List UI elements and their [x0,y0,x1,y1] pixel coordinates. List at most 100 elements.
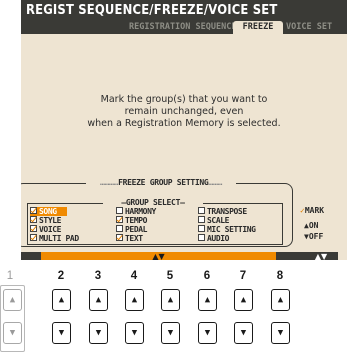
button-group-5: ▲ ▼ [161,289,184,349]
group-item-label: VOICE [39,225,62,234]
button-3-up[interactable]: ▲ [89,289,108,311]
button-7-up[interactable]: ▲ [234,289,253,311]
button-4-down[interactable]: ▼ [125,322,144,344]
group-item-label: MIC SETTING [207,225,256,234]
button-number-4: 4 [130,270,138,282]
checkbox-icon[interactable] [198,207,205,214]
page-title: REGIST SEQUENCE/FREEZE/VOICE SET [26,2,278,18]
button-2-up[interactable]: ▲ [52,289,71,311]
legend-off-label: OFF [308,232,324,241]
checkbox-icon[interactable] [30,225,37,232]
triangle-up-icon: ▲ [277,295,284,304]
button-1-down[interactable]: ▼ [3,322,22,344]
button-6-up[interactable]: ▲ [198,289,217,311]
freeze-group-panel: …………FREEZE GROUP SETTING……… —GROUP SELEC… [21,178,347,260]
freeze-group-setting-label: FREEZE GROUP SETTING [118,178,209,187]
freeze-group-setting-frame: …………FREEZE GROUP SETTING……… —GROUP SELEC… [21,178,293,247]
group-item-label: HARMONY [125,207,156,216]
button-group-2: ▲ ▼ [52,289,75,349]
group-item-harmony[interactable]: HARMONY [116,207,156,216]
button-group-3: ▲ ▼ [89,289,112,349]
button-group-6: ▲ ▼ [198,289,221,349]
triangle-down-icon: ▼ [277,328,284,337]
cursor-bar[interactable]: ▲▼ [41,252,276,260]
checkbox-icon[interactable] [198,216,205,223]
legend-on-label: ON [308,221,319,230]
checkbox-icon[interactable] [198,225,205,232]
button-5-up[interactable]: ▲ [161,289,180,311]
group-item-tempo[interactable]: TEMPO [116,216,147,225]
title-bar: REGIST SEQUENCE/FREEZE/VOICE SET REGISTR… [21,0,347,34]
triangle-down-icon: ▼ [131,328,138,337]
group-item-style[interactable]: STYLE [30,216,61,225]
group-item-scale[interactable]: SCALE [198,216,229,225]
button-2-down[interactable]: ▼ [52,322,71,344]
checkbox-icon[interactable] [116,225,123,232]
checkbox-icon[interactable] [30,207,37,214]
group-item-audio[interactable]: AUDIO [198,234,229,243]
checkbox-icon[interactable] [30,234,37,241]
group-item-label: TEMPO [125,216,148,225]
triangle-up-icon: ▲ [9,295,16,304]
group-item-label: AUDIO [207,234,230,243]
group-item-label: SONG [39,207,57,216]
legend-off: ▼OFF [304,232,323,241]
group-item-mic-setting[interactable]: MIC SETTING [198,225,256,234]
group-item-multi-pad[interactable]: MULTI PAD [30,234,79,243]
group-item-transpose[interactable]: TRANSPOSE [198,207,247,216]
tab-registration-sequence[interactable]: REGISTRATION SEQUENCE [129,21,236,34]
tab-freeze[interactable]: FREEZE [233,21,283,34]
triangle-down-icon: ▼ [58,328,65,337]
checkbox-icon[interactable] [30,216,37,223]
group-item-label: PEDAL [125,225,148,234]
checkbox-icon[interactable] [116,234,123,241]
function-bar: ▲▼ ▲▼ [21,252,338,260]
checkbox-icon[interactable] [116,207,123,214]
group-select-box: —GROUP SELECT— SONG STYLE VOICE MULTI PA… [27,198,283,245]
triangle-up-icon: ▲ [204,295,211,304]
group-item-text[interactable]: TEXT [116,234,143,243]
button-3-down[interactable]: ▼ [89,322,108,344]
group-select-title: —GROUP SELECT— [103,198,203,207]
button-4-up[interactable]: ▲ [125,289,144,311]
lcd-screen: REGIST SEQUENCE/FREEZE/VOICE SET REGISTR… [21,0,347,260]
button-number-2: 2 [57,270,65,282]
group-item-pedal[interactable]: PEDAL [116,225,147,234]
button-8-up[interactable]: ▲ [271,289,290,311]
tab-voice-set[interactable]: VOICE SET [286,21,332,34]
triangle-down-icon: ▼ [167,328,174,337]
button-number-7: 7 [239,270,247,282]
button-8-down[interactable]: ▼ [271,322,290,344]
triangle-up-icon: ▲ [167,295,174,304]
button-7-down[interactable]: ▼ [234,322,253,344]
group-item-label: TRANSPOSE [207,207,247,216]
legend-on: ▲ON [304,221,318,230]
triangle-up-icon: ▲ [131,295,138,304]
freeze-group-setting-title: …………FREEZE GROUP SETTING……… [86,178,236,187]
cursor-arrows-icon: ▲▼ [152,252,165,260]
on-off-arrows-icon: ▲▼ [314,252,328,260]
legend-mark: ✓MARK [300,206,324,215]
button-group-4: ▲ ▼ [125,289,148,349]
group-item-voice[interactable]: VOICE [30,225,61,234]
group-item-label: TEXT [125,234,143,243]
button-number-1: 1 [6,270,14,282]
group-item-label: SCALE [207,216,230,225]
group-item-song[interactable]: SONG [30,207,67,216]
message-line: remain unchanged, even [124,106,244,117]
triangle-down-icon: ▼ [95,328,102,337]
group-select-label: GROUP SELECT [125,198,181,207]
triangle-up-icon: ▲ [240,295,247,304]
button-5-down[interactable]: ▼ [161,322,180,344]
checkbox-icon[interactable] [116,216,123,223]
button-number-5: 5 [166,270,174,282]
triangle-down-icon: ▼ [204,328,211,337]
checkbox-icon[interactable] [198,234,205,241]
button-6-down[interactable]: ▼ [198,322,217,344]
message-line: Mark the group(s) that you want to [100,94,268,105]
triangle-down-icon: ▼ [9,328,16,337]
instruction-message: Mark the group(s) that you want to remai… [21,94,347,130]
on-off-bar[interactable]: ▲▼ [304,252,338,260]
button-number-3: 3 [94,270,102,282]
button-1-up[interactable]: ▲ [3,289,22,311]
